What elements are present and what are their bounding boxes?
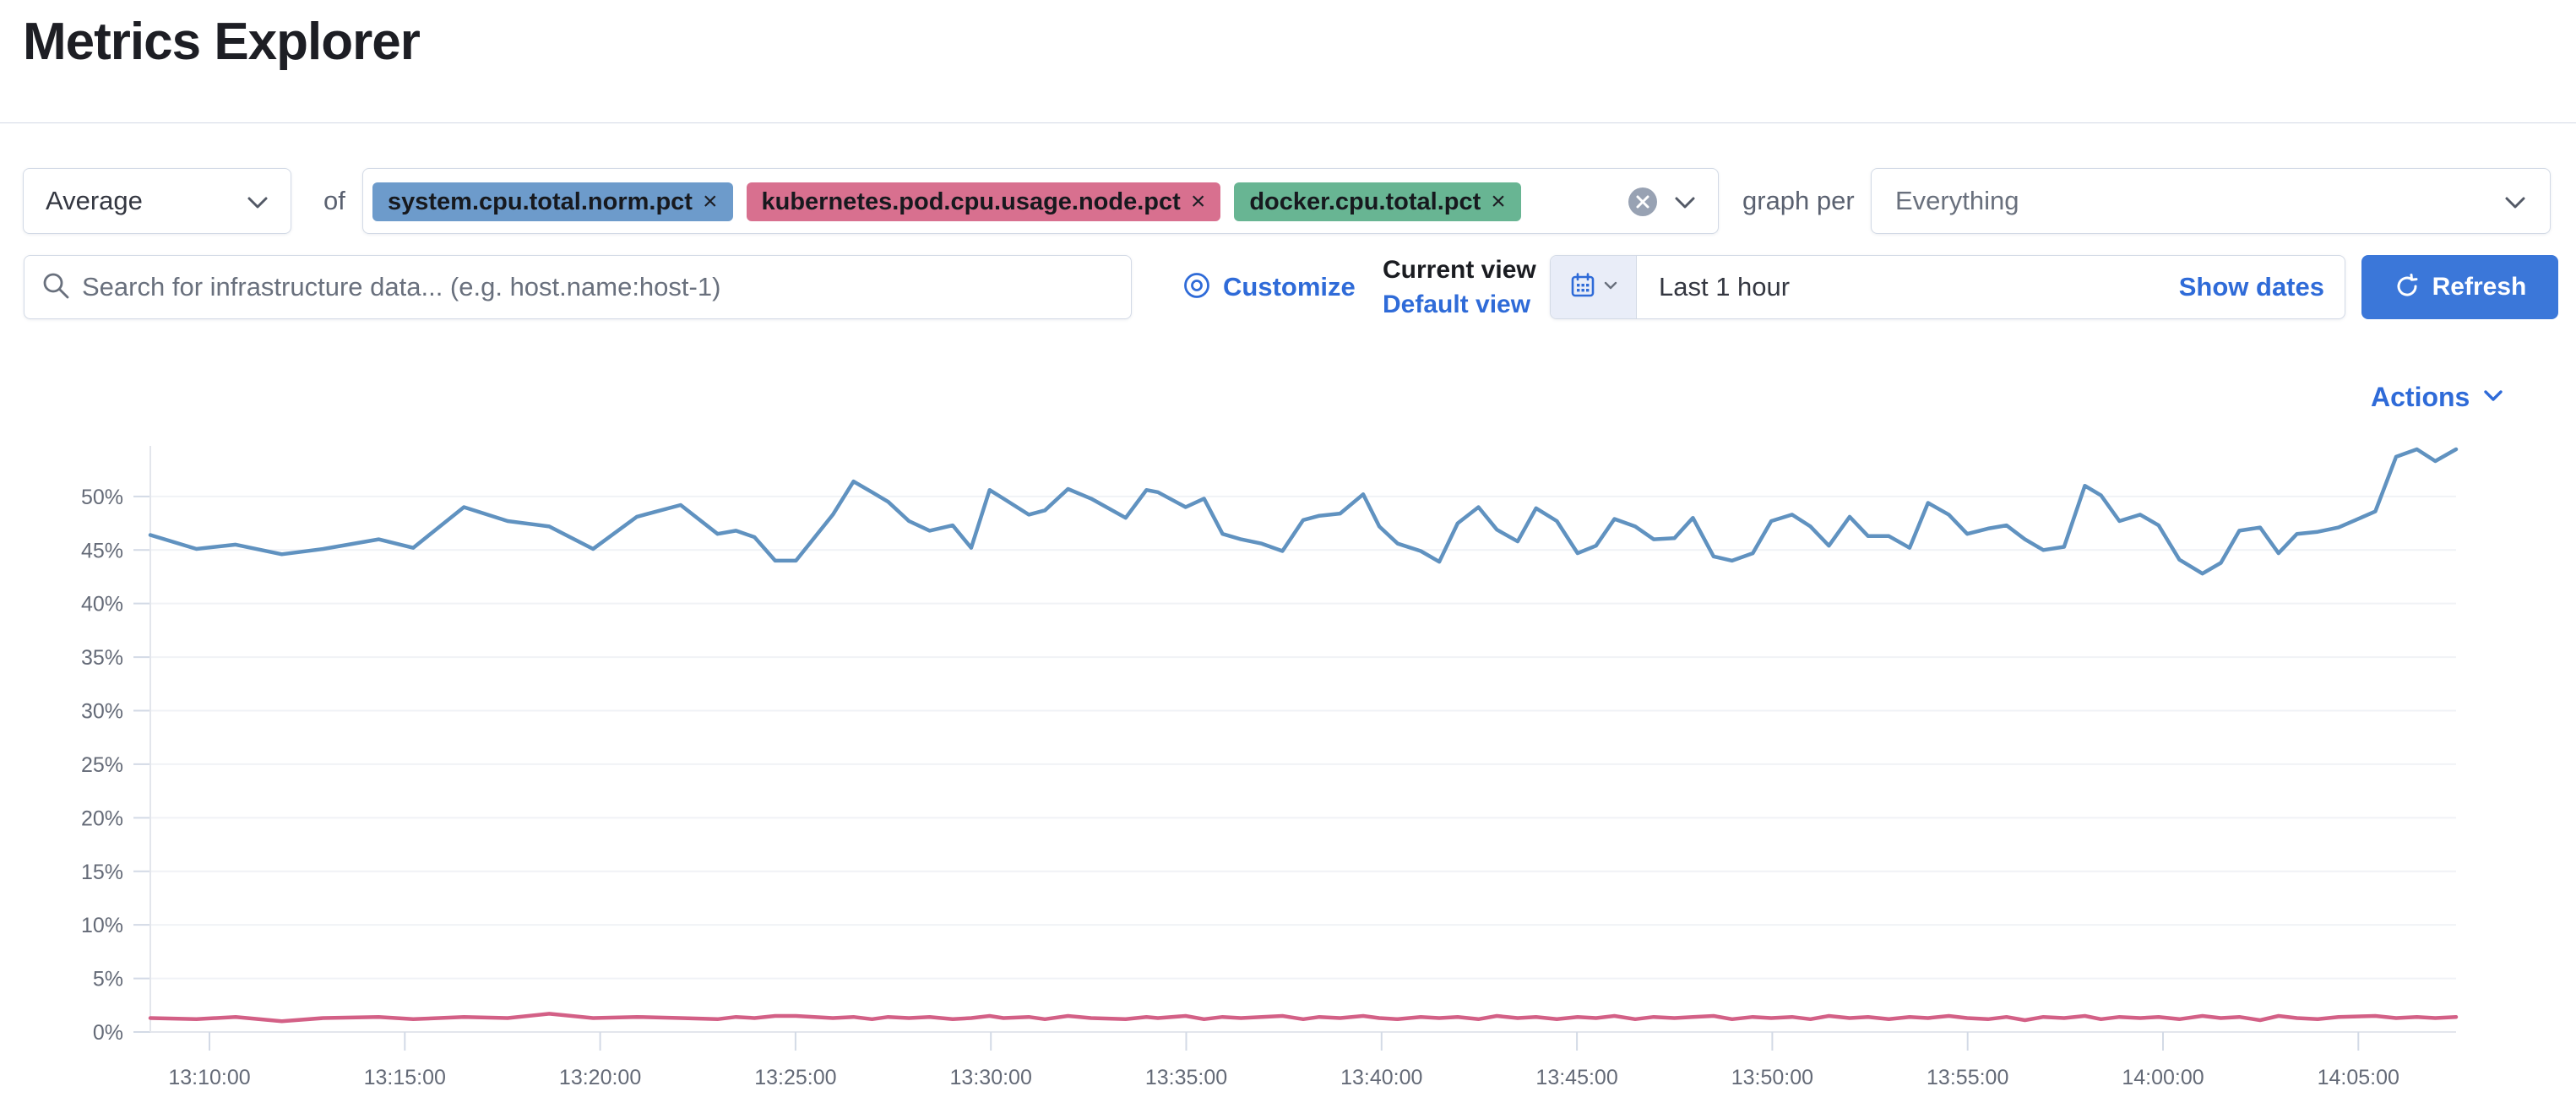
- metric-pill[interactable]: docker.cpu.total.pct ×: [1234, 182, 1520, 221]
- page-title: Metrics Explorer: [23, 12, 420, 72]
- calendar-icon: [1569, 272, 1596, 303]
- svg-text:13:40:00: 13:40:00: [1340, 1066, 1422, 1089]
- svg-text:13:25:00: 13:25:00: [754, 1066, 836, 1089]
- chevron-down-icon: [2483, 389, 2503, 406]
- chevron-down-icon: [2504, 186, 2526, 216]
- metrics-explorer-page: Metrics Explorer Average of system.cpu.t…: [0, 0, 2576, 1108]
- remove-metric-icon[interactable]: ×: [1191, 187, 1206, 216]
- header-divider: [0, 122, 2576, 123]
- metrics-chart-svg: 0% 5% 10% 15% 20% 25% 30% 35% 40% 45% 50% 13:10:00 1…: [0, 439, 2576, 1108]
- group-by-select[interactable]: Everything: [1871, 168, 2551, 234]
- customize-button[interactable]: Customize: [1182, 255, 1356, 319]
- svg-text:40%: 40%: [81, 593, 123, 616]
- clear-metrics-button[interactable]: [1628, 187, 1657, 216]
- svg-text:13:15:00: 13:15:00: [364, 1066, 446, 1089]
- metric-pill[interactable]: kubernetes.pod.cpu.usage.node.pct ×: [747, 182, 1221, 221]
- svg-text:10%: 10%: [81, 914, 123, 937]
- chevron-down-icon: [1603, 280, 1618, 295]
- time-range-value[interactable]: Last 1 hour: [1637, 256, 2179, 318]
- view-switcher: Current view Default view: [1383, 253, 1535, 323]
- metric-pill-label: kubernetes.pod.cpu.usage.node.pct: [762, 188, 1181, 216]
- search-field: [24, 255, 1132, 319]
- svg-text:50%: 50%: [81, 486, 123, 509]
- default-view-link[interactable]: Default view: [1383, 287, 1535, 323]
- svg-text:15%: 15%: [81, 861, 123, 884]
- metric-pill-list: system.cpu.total.norm.pct×kubernetes.pod…: [372, 182, 1521, 221]
- svg-text:35%: 35%: [81, 646, 123, 670]
- group-by-value: Everything: [1895, 186, 2504, 216]
- svg-text:13:20:00: 13:20:00: [559, 1066, 641, 1089]
- svg-text:0%: 0%: [93, 1021, 123, 1045]
- svg-text:13:50:00: 13:50:00: [1731, 1066, 1813, 1089]
- date-picker: Last 1 hour Show dates: [1550, 255, 2345, 319]
- chevron-down-icon[interactable]: [1674, 196, 1696, 214]
- current-view-label: Current view: [1383, 253, 1535, 287]
- refresh-label: Refresh: [2432, 273, 2527, 301]
- svg-text:13:35:00: 13:35:00: [1145, 1066, 1227, 1089]
- actions-label: Actions: [2371, 382, 2470, 413]
- svg-text:20%: 20%: [81, 807, 123, 830]
- svg-text:13:30:00: 13:30:00: [950, 1066, 1032, 1089]
- svg-text:30%: 30%: [81, 700, 123, 724]
- aggregation-select[interactable]: Average: [23, 168, 291, 234]
- customize-icon: [1182, 271, 1211, 304]
- actions-menu-button[interactable]: Actions: [2371, 382, 2503, 413]
- chevron-down-icon: [247, 186, 269, 216]
- search-icon: [41, 271, 70, 304]
- quick-select-button[interactable]: [1551, 256, 1637, 318]
- svg-text:13:45:00: 13:45:00: [1535, 1066, 1617, 1089]
- refresh-icon: [2394, 273, 2421, 302]
- svg-text:5%: 5%: [93, 968, 123, 991]
- svg-text:45%: 45%: [81, 539, 123, 562]
- graph-per-label: graph per: [1742, 168, 1855, 234]
- svg-text:25%: 25%: [81, 753, 123, 777]
- svg-text:13:10:00: 13:10:00: [168, 1066, 250, 1089]
- metric-pill-label: docker.cpu.total.pct: [1249, 188, 1481, 216]
- of-label: of: [323, 168, 345, 234]
- metrics-chart: 0% 5% 10% 15% 20% 25% 30% 35% 40% 45% 50% 13:10:00 1…: [0, 439, 2576, 1108]
- close-icon: [1635, 194, 1650, 209]
- search-input[interactable]: [82, 262, 1114, 312]
- metric-pill[interactable]: system.cpu.total.norm.pct ×: [372, 182, 733, 221]
- svg-text:14:00:00: 14:00:00: [2122, 1066, 2204, 1089]
- metrics-combobox[interactable]: system.cpu.total.norm.pct×kubernetes.pod…: [362, 168, 1719, 234]
- refresh-button[interactable]: Refresh: [2361, 255, 2558, 319]
- remove-metric-icon[interactable]: ×: [703, 187, 718, 216]
- show-dates-link[interactable]: Show dates: [2179, 256, 2345, 318]
- metric-pill-label: system.cpu.total.norm.pct: [388, 188, 693, 216]
- remove-metric-icon[interactable]: ×: [1491, 187, 1506, 216]
- aggregation-value: Average: [46, 186, 247, 216]
- customize-label: Customize: [1223, 272, 1356, 302]
- svg-text:14:05:00: 14:05:00: [2318, 1066, 2399, 1089]
- svg-text:13:55:00: 13:55:00: [1927, 1066, 2008, 1089]
